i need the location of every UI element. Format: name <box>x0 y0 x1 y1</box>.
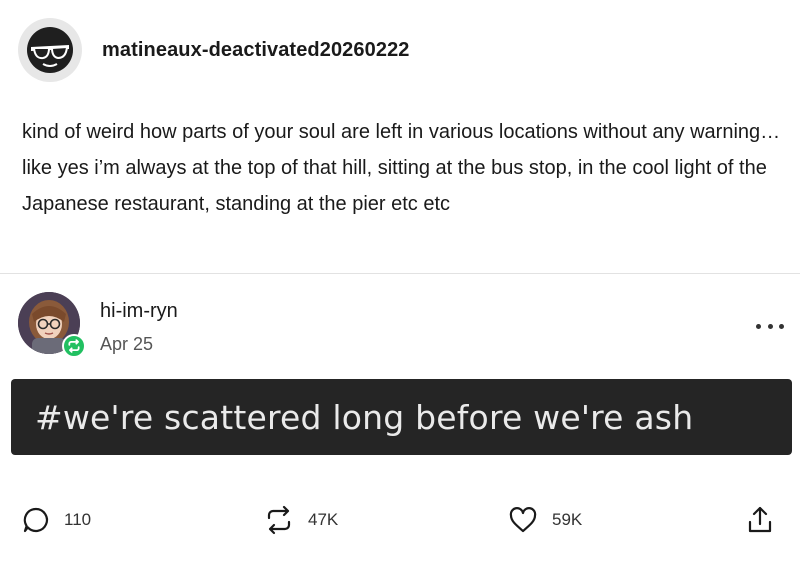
reblog-icon <box>68 339 80 353</box>
reply-icon <box>23 507 49 533</box>
op-avatar[interactable] <box>18 18 82 82</box>
reblog-badge <box>62 334 86 358</box>
op-post-text: kind of weird how parts of your soul are… <box>22 121 781 215</box>
tag-text[interactable]: #we're scattered long before we're ash <box>35 398 693 437</box>
op-header: matineaux-deactivated20260222 <box>18 18 410 82</box>
reply-button[interactable]: 110 <box>22 498 91 542</box>
reblog-header: hi-im-ryn Apr 25 <box>18 292 788 360</box>
reblog-button[interactable]: 47K <box>264 498 338 542</box>
reblog-date[interactable]: Apr 25 <box>100 334 153 355</box>
reblog-icon <box>267 505 291 535</box>
like-button[interactable]: 59K <box>508 498 582 542</box>
reblogger-username[interactable]: hi-im-ryn <box>100 300 178 323</box>
like-count: 59K <box>552 510 583 529</box>
more-options-icon <box>756 323 761 329</box>
heart-icon <box>509 507 537 533</box>
tag-block: #we're scattered long before we're ash <box>11 379 792 455</box>
sunglasses-icon <box>27 27 73 73</box>
divider <box>0 273 800 274</box>
share-icon <box>748 506 772 533</box>
share-button[interactable] <box>746 498 774 542</box>
more-options-button[interactable] <box>752 312 788 340</box>
op-username[interactable]: matineaux-deactivated20260222 <box>102 39 410 62</box>
reblog-count: 47K <box>308 510 339 529</box>
reply-count: 110 <box>64 510 92 529</box>
post-footer: 110 47K 59K <box>0 498 800 542</box>
